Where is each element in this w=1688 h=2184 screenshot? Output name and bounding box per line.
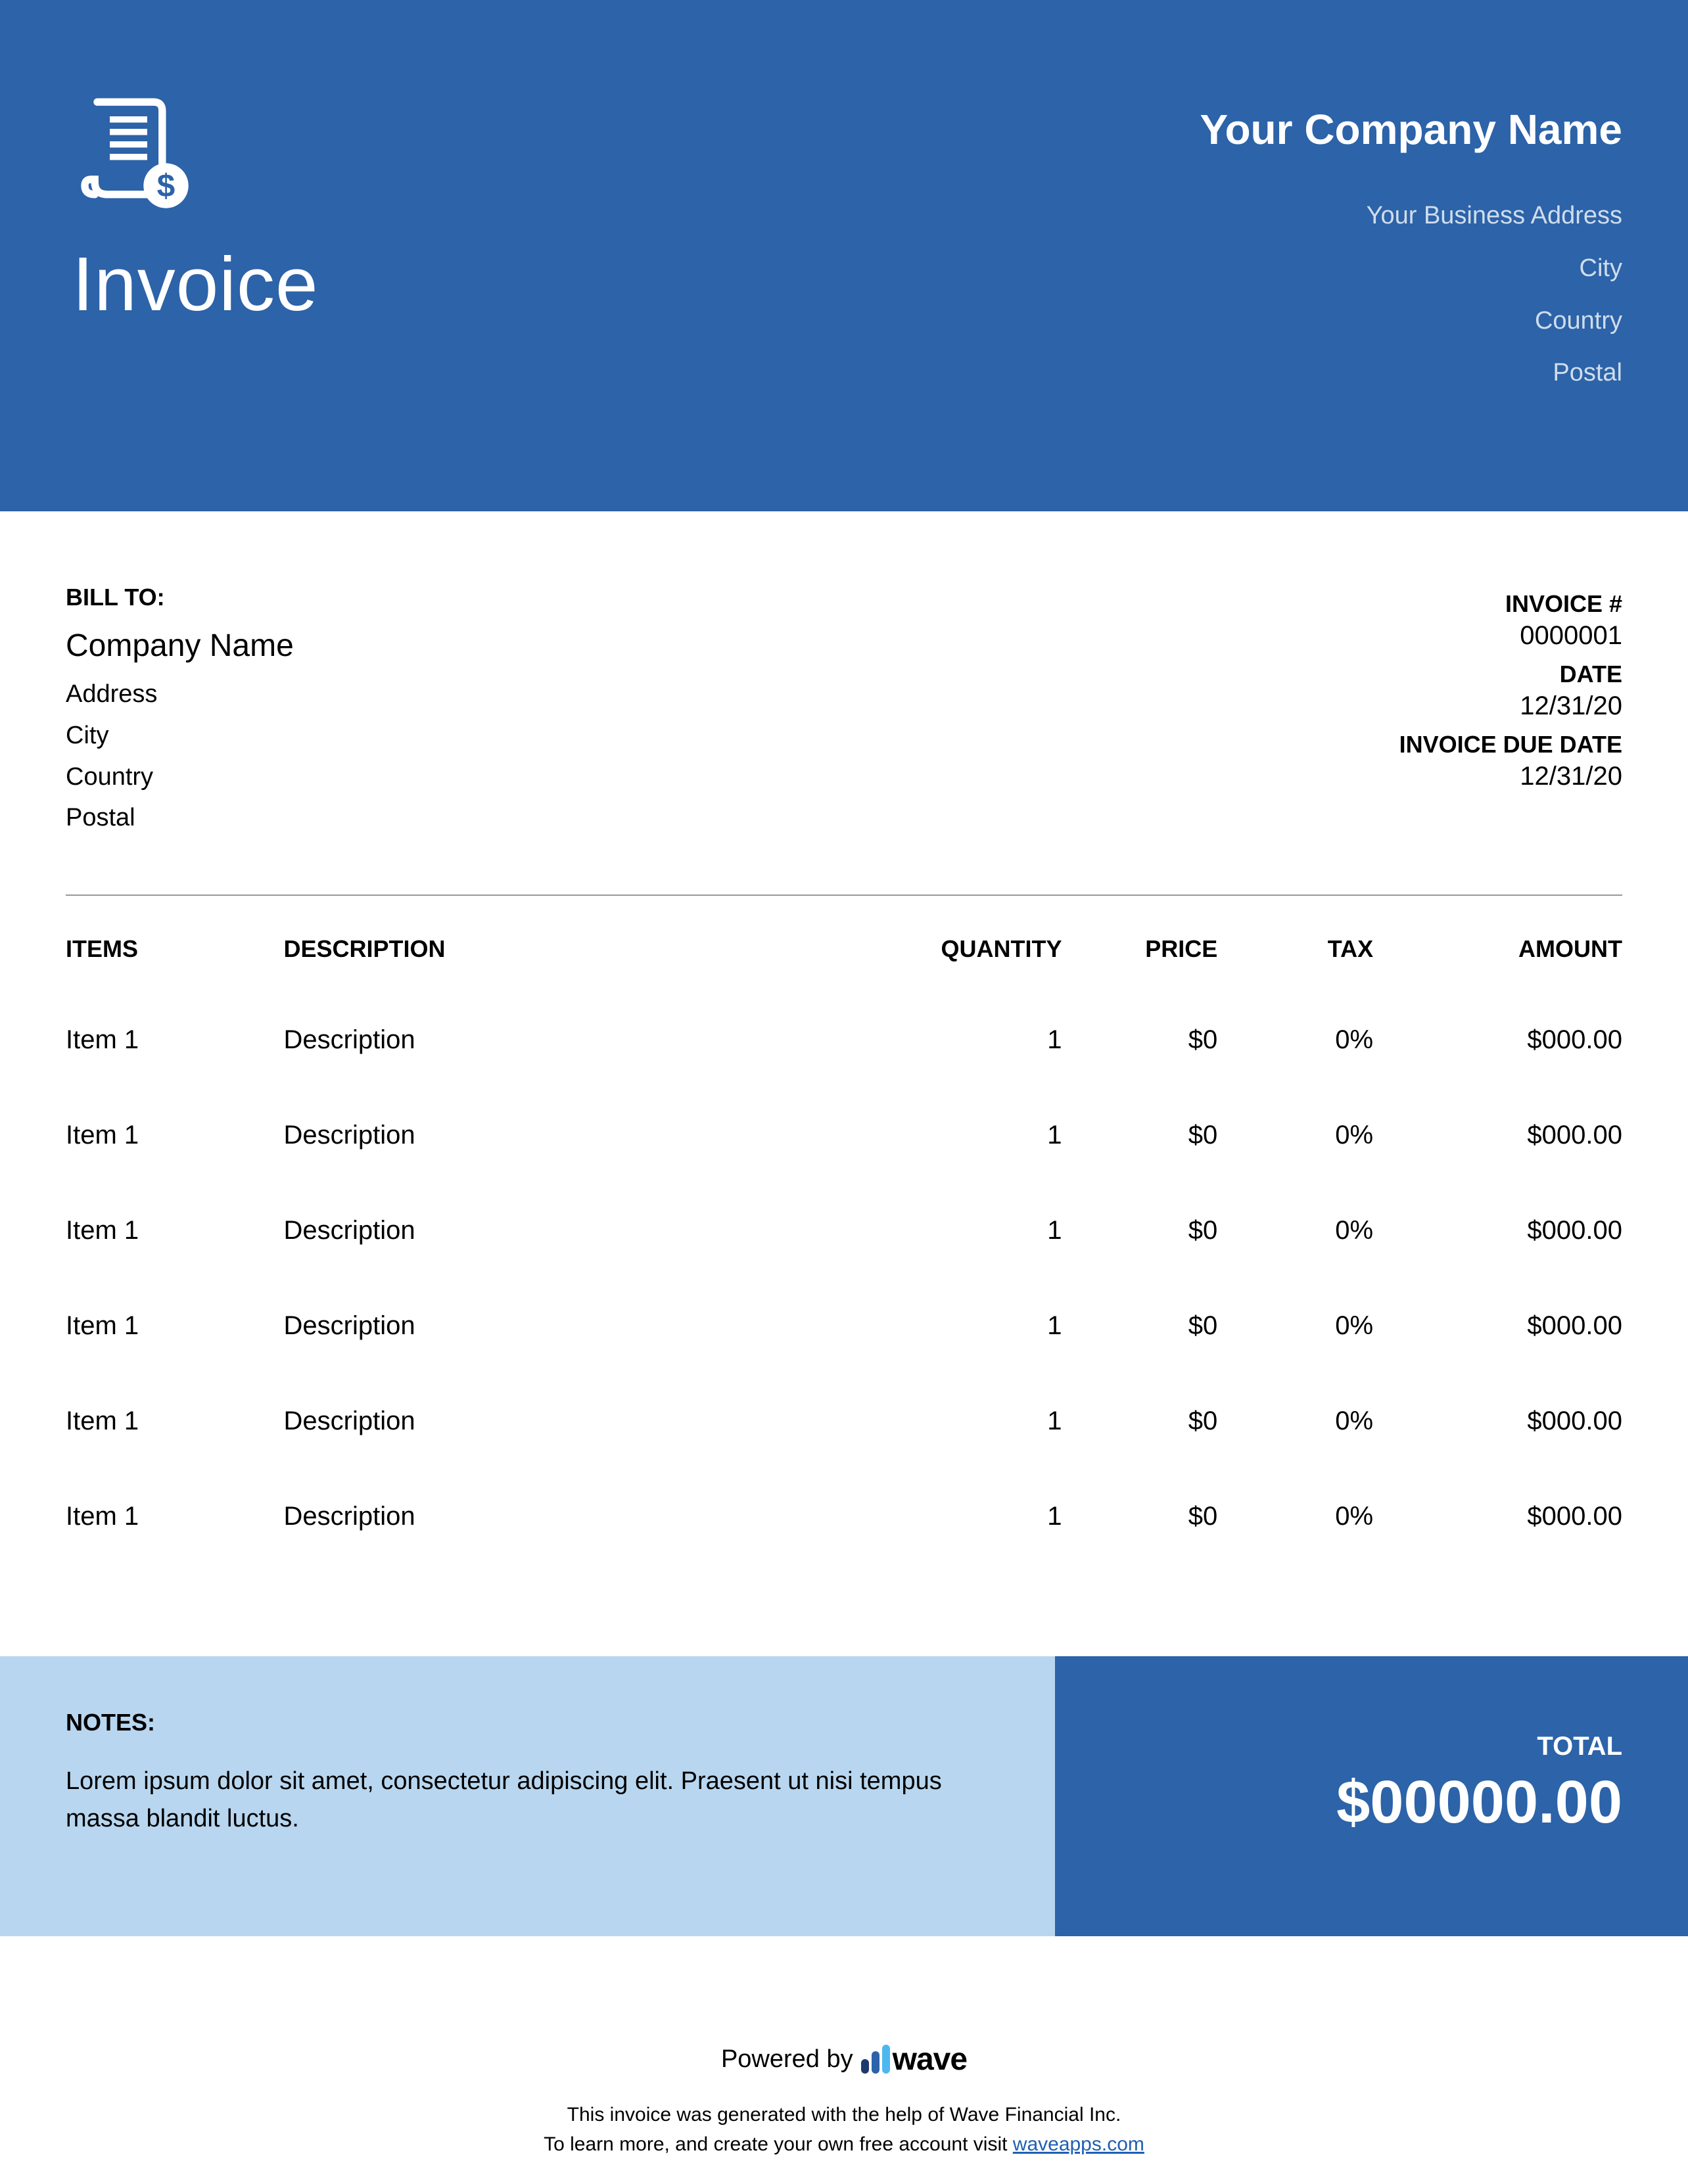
- items-table: ITEMS DESCRIPTION QUANTITY PRICE TAX AMO…: [66, 896, 1622, 1564]
- item-description: Description: [284, 992, 844, 1088]
- wave-brand-text: wave: [893, 2041, 967, 2078]
- item-tax: 0%: [1217, 1183, 1373, 1278]
- invoice-due-label: INVOICE DUE DATE: [1399, 731, 1622, 758]
- notes-label: NOTES:: [66, 1709, 996, 1736]
- bill-company: Company Name: [66, 628, 294, 664]
- item-quantity: 1: [844, 1374, 1062, 1469]
- table-row: Item 1 Description 1 $0 0% $000.00: [66, 992, 1622, 1088]
- col-price: PRICE: [1062, 896, 1218, 992]
- powered-by-prefix: Powered by: [721, 2045, 853, 2074]
- notes-text: Lorem ipsum dolor sit amet, consectetur …: [66, 1763, 996, 1838]
- item-quantity: 1: [844, 1278, 1062, 1374]
- col-quantity: QUANTITY: [844, 896, 1062, 992]
- bill-city: City: [66, 715, 294, 756]
- powered-by-section: Powered by wave This invoice was generat…: [0, 2041, 1688, 2159]
- invoice-header: $ Invoice Your Company Name Your Busines…: [0, 0, 1688, 511]
- col-items: ITEMS: [66, 896, 284, 992]
- item-tax: 0%: [1217, 1088, 1373, 1183]
- total-label: TOTAL: [1055, 1732, 1622, 1761]
- invoice-dollar-icon: $: [72, 92, 197, 217]
- invoice-number-label: INVOICE #: [1399, 590, 1622, 618]
- item-price: $0: [1062, 1183, 1218, 1278]
- footer-block: NOTES: Lorem ipsum dolor sit amet, conse…: [0, 1656, 1688, 1936]
- item-quantity: 1: [844, 1469, 1062, 1564]
- bill-address: Address: [66, 674, 294, 715]
- disclaimer-text: This invoice was generated with the help…: [0, 2100, 1688, 2159]
- total-block: TOTAL $00000.00: [1055, 1656, 1688, 1936]
- item-name: Item 1: [66, 1374, 284, 1469]
- invoice-number-value: 0000001: [1399, 621, 1622, 651]
- details-section: BILL TO: Company Name Address City Count…: [0, 511, 1688, 839]
- company-name: Your Company Name: [1200, 105, 1623, 154]
- table-header-row: ITEMS DESCRIPTION QUANTITY PRICE TAX AMO…: [66, 896, 1622, 992]
- item-description: Description: [284, 1183, 844, 1278]
- item-quantity: 1: [844, 992, 1062, 1088]
- col-description: DESCRIPTION: [284, 896, 844, 992]
- invoice-date-label: DATE: [1399, 661, 1622, 688]
- item-amount: $000.00: [1373, 1278, 1622, 1374]
- item-name: Item 1: [66, 992, 284, 1088]
- item-description: Description: [284, 1278, 844, 1374]
- item-name: Item 1: [66, 1088, 284, 1183]
- header-left: $ Invoice: [72, 92, 319, 400]
- invoice-date-value: 12/31/20: [1399, 691, 1622, 721]
- item-quantity: 1: [844, 1183, 1062, 1278]
- table-row: Item 1 Description 1 $0 0% $000.00: [66, 1183, 1622, 1278]
- waveapps-link[interactable]: waveapps.com: [1013, 2133, 1144, 2155]
- item-amount: $000.00: [1373, 1374, 1622, 1469]
- item-amount: $000.00: [1373, 1183, 1622, 1278]
- item-tax: 0%: [1217, 992, 1373, 1088]
- table-row: Item 1 Description 1 $0 0% $000.00: [66, 1374, 1622, 1469]
- item-price: $0: [1062, 1278, 1218, 1374]
- invoice-meta: INVOICE # 0000001 DATE 12/31/20 INVOICE …: [1399, 584, 1622, 839]
- item-description: Description: [284, 1088, 844, 1183]
- wave-bars-icon: [861, 2045, 890, 2074]
- item-price: $0: [1062, 1469, 1218, 1564]
- item-price: $0: [1062, 1088, 1218, 1183]
- total-value: $00000.00: [1055, 1768, 1622, 1837]
- item-tax: 0%: [1217, 1278, 1373, 1374]
- bill-to-block: BILL TO: Company Name Address City Count…: [66, 584, 294, 839]
- svg-text:$: $: [157, 168, 175, 204]
- bill-to-label: BILL TO:: [66, 584, 294, 611]
- bill-postal: Postal: [66, 797, 294, 839]
- item-description: Description: [284, 1374, 844, 1469]
- wave-logo: wave: [861, 2041, 967, 2078]
- item-tax: 0%: [1217, 1469, 1373, 1564]
- item-name: Item 1: [66, 1278, 284, 1374]
- table-row: Item 1 Description 1 $0 0% $000.00: [66, 1088, 1622, 1183]
- item-amount: $000.00: [1373, 1088, 1622, 1183]
- table-row: Item 1 Description 1 $0 0% $000.00: [66, 1469, 1622, 1564]
- invoice-due-value: 12/31/20: [1399, 762, 1622, 791]
- header-right: Your Company Name Your Business Address …: [1200, 92, 1623, 400]
- item-price: $0: [1062, 1374, 1218, 1469]
- powered-by-line: Powered by wave: [721, 2041, 967, 2078]
- item-tax: 0%: [1217, 1374, 1373, 1469]
- item-description: Description: [284, 1469, 844, 1564]
- notes-block: NOTES: Lorem ipsum dolor sit amet, conse…: [0, 1656, 1055, 1936]
- disclaimer-line-1: This invoice was generated with the help…: [0, 2100, 1688, 2129]
- col-tax: TAX: [1217, 896, 1373, 992]
- company-city: City: [1200, 243, 1623, 295]
- item-amount: $000.00: [1373, 1469, 1622, 1564]
- invoice-title: Invoice: [72, 240, 319, 328]
- item-name: Item 1: [66, 1469, 284, 1564]
- disclaimer-line-2: To learn more, and create your own free …: [0, 2129, 1688, 2159]
- item-price: $0: [1062, 992, 1218, 1088]
- table-row: Item 1 Description 1 $0 0% $000.00: [66, 1278, 1622, 1374]
- col-amount: AMOUNT: [1373, 896, 1622, 992]
- item-name: Item 1: [66, 1183, 284, 1278]
- item-amount: $000.00: [1373, 992, 1622, 1088]
- company-address: Your Business Address: [1200, 190, 1623, 243]
- bill-country: Country: [66, 756, 294, 798]
- company-postal: Postal: [1200, 347, 1623, 400]
- company-country: Country: [1200, 295, 1623, 348]
- item-quantity: 1: [844, 1088, 1062, 1183]
